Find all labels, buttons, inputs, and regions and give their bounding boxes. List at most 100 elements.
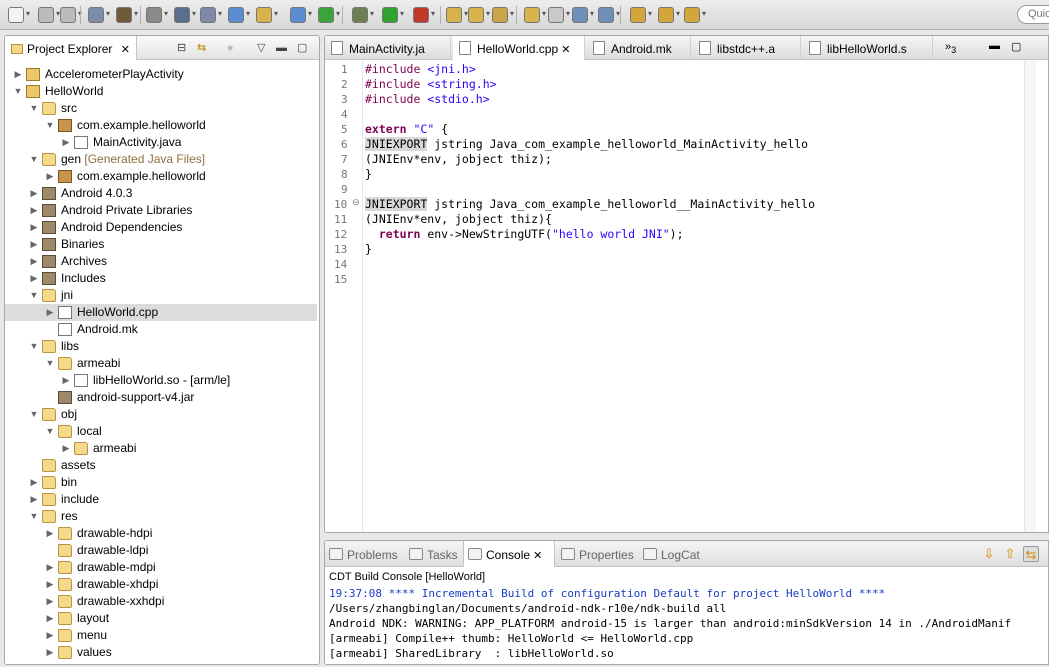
tree-item[interactable]: ▶ Archives [5,253,317,270]
tree-item[interactable]: ▼ com.example.helloworld [5,117,317,134]
tab-project-explorer[interactable]: Project Explorer ✕ [5,36,137,60]
collapsed-arrow-icon[interactable]: ▶ [45,644,55,661]
forward-icon[interactable] [684,7,700,23]
console-panel-tab[interactable]: LogCat [639,541,715,567]
external-tool-icon[interactable] [413,7,429,23]
dropdown-arrow-icon[interactable]: ▾ [542,10,546,18]
search-icon[interactable] [492,7,508,23]
prev-annotation-icon[interactable] [630,7,646,23]
collapsed-arrow-icon[interactable]: ▶ [61,372,71,389]
new-folder-icon[interactable] [256,7,272,23]
collapsed-arrow-icon[interactable]: ▶ [45,627,55,644]
tree-item[interactable]: ▶ Android 4.0.3 [5,185,317,202]
dropdown-arrow-icon[interactable]: ▾ [676,10,680,18]
expanded-arrow-icon[interactable]: ▼ [29,287,39,304]
collapsed-arrow-icon[interactable]: ▶ [13,66,23,83]
dropdown-arrow-icon[interactable]: ▾ [246,10,250,18]
tree-item[interactable]: ▶ drawable-mdpi [5,559,317,576]
view-menu-icon[interactable]: ▽ [257,42,265,54]
tree-item[interactable]: ▶ Includes [5,270,317,287]
run-icon[interactable] [382,7,398,23]
maximize-icon[interactable]: ▢ [297,42,307,54]
code-line[interactable]: #include <string.h> [365,77,497,92]
save-all-icon[interactable] [60,7,76,23]
code-line[interactable]: (JNIEnv*env, jobject thiz){ [365,212,552,227]
dropdown-arrow-icon[interactable]: ▾ [486,10,490,18]
code-line[interactable]: return env->NewStringUTF("hello world JN… [365,227,684,242]
dropdown-arrow-icon[interactable]: ▾ [336,10,340,18]
dropdown-arrow-icon[interactable]: ▾ [218,10,222,18]
toggle-block-icon[interactable] [548,7,564,23]
tree-item[interactable]: ▶ com.example.helloworld [5,168,317,185]
dropdown-arrow-icon[interactable]: ▾ [274,10,278,18]
expanded-arrow-icon[interactable]: ▼ [45,355,55,372]
tree-item[interactable]: ▶ values [5,644,317,661]
collapsed-arrow-icon[interactable]: ▶ [29,236,39,253]
scroll-down-icon[interactable]: ⇩ [981,546,997,562]
open-type-icon[interactable] [468,7,484,23]
editor-tab[interactable]: HelloWorld.cpp ✕ [453,36,585,60]
expanded-arrow-icon[interactable]: ▼ [45,423,55,440]
console-panel-tab[interactable]: Console ✕ [463,541,555,567]
tree-item[interactable]: ▼ obj [5,406,317,423]
scroll-lock-icon[interactable]: ⇆ [1023,546,1039,562]
dropdown-arrow-icon[interactable]: ▾ [192,10,196,18]
link-with-editor-icon[interactable]: ⇆ [197,42,206,54]
open-folder-icon[interactable] [446,7,462,23]
refresh-icon[interactable] [318,7,334,23]
collapsed-arrow-icon[interactable]: ▶ [45,304,55,321]
tree-item[interactable]: ▼ local [5,423,317,440]
tree-item[interactable]: ▼ HelloWorld [5,83,317,100]
tree-item[interactable]: ▼ libs [5,338,317,355]
collapsed-arrow-icon[interactable]: ▶ [61,440,71,457]
expanded-arrow-icon[interactable]: ▼ [29,151,39,168]
tree-item[interactable]: assets [5,457,317,474]
scroll-up-icon[interactable]: ⇧ [1002,546,1018,562]
collapsed-arrow-icon[interactable]: ▶ [45,168,55,185]
collapsed-arrow-icon[interactable]: ▶ [45,525,55,542]
collapsed-arrow-icon[interactable]: ▶ [29,202,39,219]
collapsed-arrow-icon[interactable]: ▶ [29,219,39,236]
editor-tab[interactable]: MainActivity.ja [325,36,451,60]
code-line[interactable]: JNIEXPORT jstring Java_com_example_hello… [365,197,815,212]
editor-tab[interactable]: Android.mk [587,36,691,60]
tree-item[interactable]: ▶ bin [5,474,317,491]
new-icon[interactable] [8,7,24,23]
collapsed-arrow-icon[interactable]: ▶ [29,491,39,508]
collapsed-arrow-icon[interactable]: ▶ [45,576,55,593]
code-line[interactable]: (JNIEnv*env, jobject thiz); [365,152,552,167]
tree-item[interactable]: ▶ Binaries [5,236,317,253]
tree-item[interactable]: ▼ res [5,508,317,525]
code-line[interactable]: #include <stdio.h> [365,92,490,107]
tree-item[interactable]: drawable-ldpi [5,542,317,559]
minimize-icon[interactable]: ▬ [989,40,1000,52]
dropdown-arrow-icon[interactable]: ▾ [566,10,570,18]
new-class-icon[interactable] [228,7,244,23]
dropdown-arrow-icon[interactable]: ▾ [26,10,30,18]
skip-breakpoints-icon[interactable] [200,7,216,23]
tree-item[interactable]: ▶ drawable-xhdpi [5,576,317,593]
tree-item[interactable]: ▶ include [5,491,317,508]
collapsed-arrow-icon[interactable]: ▶ [45,559,55,576]
dropdown-arrow-icon[interactable]: ▾ [134,10,138,18]
collapsed-arrow-icon[interactable]: ▶ [29,270,39,287]
tree-item[interactable]: ▶ drawable-xxhdpi [5,593,317,610]
expanded-arrow-icon[interactable]: ▼ [29,338,39,355]
editor-tab[interactable]: libstdc++.a [693,36,801,60]
build-config-icon[interactable] [88,7,104,23]
quick-access-input[interactable]: Quic [1017,5,1049,24]
collapse-all-icon[interactable]: ⊟ [177,42,186,54]
dropdown-arrow-icon[interactable]: ▾ [106,10,110,18]
dropdown-arrow-icon[interactable]: ▾ [510,10,514,18]
console-panel-tab[interactable]: Tasks [405,541,461,567]
collapsed-arrow-icon[interactable]: ▶ [29,253,39,270]
expanded-arrow-icon[interactable]: ▼ [29,508,39,525]
minimize-icon[interactable]: ▬ [276,42,287,54]
close-icon[interactable]: ✕ [121,44,130,56]
collapsed-arrow-icon[interactable]: ▶ [45,610,55,627]
build-icon[interactable] [116,7,132,23]
binary-icon[interactable] [146,7,162,23]
dropdown-arrow-icon[interactable]: ▾ [702,10,706,18]
code-line[interactable]: } [365,167,372,182]
collapsed-arrow-icon[interactable]: ▶ [61,134,71,151]
